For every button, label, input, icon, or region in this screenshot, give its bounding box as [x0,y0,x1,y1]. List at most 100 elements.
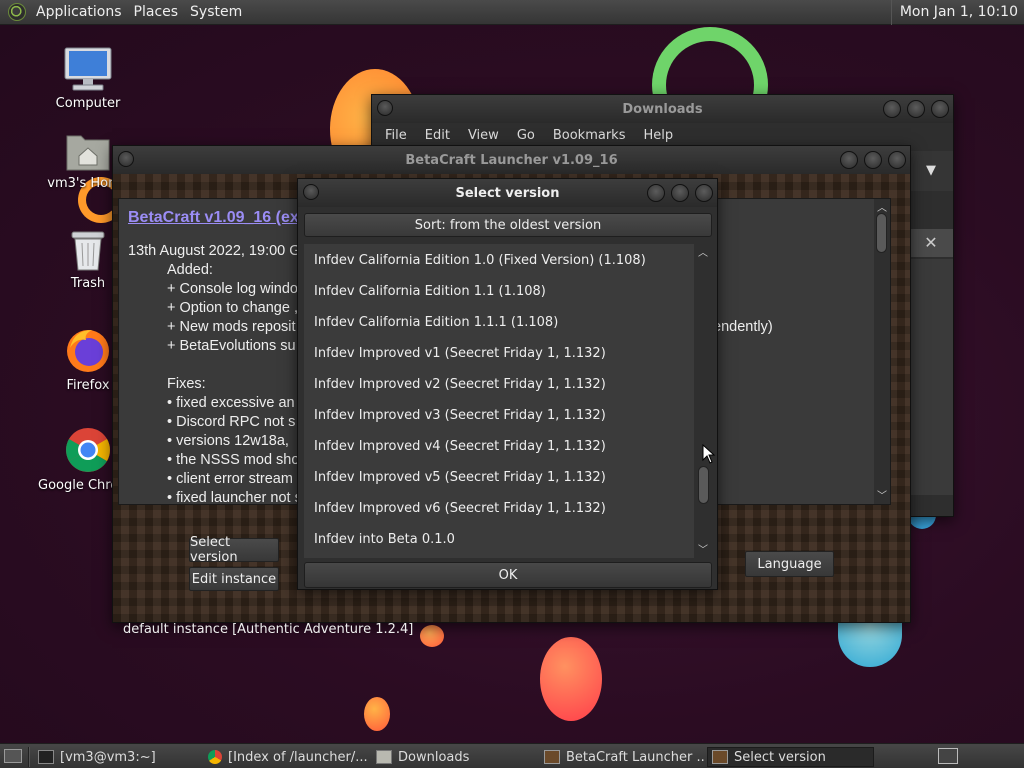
clear-icon[interactable]: ✕ [924,233,937,252]
chrome-icon [64,426,112,474]
changelog-title-link[interactable]: BetaCraft v1.09_16 (ex [128,209,299,227]
version-list-item[interactable]: Infdev Improved v2 (Seecret Friday 1, 1.… [314,369,606,400]
home-folder-icon [65,128,111,172]
changelog-date: 13th August 2022, 19:00 G [128,243,301,259]
minimize-button[interactable] [647,184,665,202]
menu-go[interactable]: Go [508,128,544,143]
changelog-line: • fixed launcher not s [167,490,302,505]
task-label: BetaCraft Launcher ... [566,749,704,765]
changelog-scrollbar[interactable]: ︿ ﹀ [874,199,890,504]
close-button[interactable] [695,184,713,202]
firefox-icon [64,326,112,374]
changelog-line: • Discord RPC not s [167,414,296,430]
menu-view[interactable]: View [459,128,508,143]
version-list-item[interactable]: Infdev Improved v3 (Seecret Friday 1, 1.… [314,400,606,431]
version-list-item[interactable]: Infdev Improved v5 (Seecret Friday 1, 1.… [314,462,606,493]
task-label: [vm3@vm3:~] [60,749,156,765]
version-list-item[interactable]: Infdev into Beta 0.1.0 [314,524,455,555]
trash-icon [68,228,108,272]
mouse-cursor-icon [702,443,716,464]
scroll-up-icon[interactable]: ︿ [877,199,887,214]
betacraft-titlebar[interactable]: BetaCraft Launcher v1.09_16 [113,146,910,174]
version-list-item[interactable]: Infdev California Edition 1.0 (Fixed Ver… [314,245,646,276]
version-list-scrollbar[interactable]: ︿ ﹀ [694,244,712,558]
maximize-button[interactable] [907,100,925,118]
select-version-button[interactable]: Select version [189,535,279,565]
changelog-line: • versions 12w18a, [167,433,289,449]
select-version-titlebar[interactable]: Select version [298,179,717,207]
window-menu-icon[interactable] [118,151,134,167]
downloads-content [909,259,953,495]
edit-instance-button[interactable]: Edit instance [189,567,279,591]
taskbar-separator [28,747,30,767]
taskbar-task-downloads[interactable]: Downloads [372,747,536,767]
chrome-icon [208,750,222,764]
changelog-line: • the NSSS mod sho [167,452,300,468]
changelog-line: + Console log windo [167,281,298,297]
desktop-icon-computer[interactable]: Computer [38,46,138,111]
terminal-icon [38,750,54,764]
scroll-up-icon[interactable]: ︿ [698,244,708,259]
version-list-item[interactable]: Infdev California Edition 1.1 (1.108) [314,276,546,307]
changelog-line: • fixed excessive an [167,395,295,411]
downloads-toolbar-dropdown[interactable]: ▼ [909,151,953,191]
chevron-down-icon: ▼ [926,163,936,178]
window-menu-icon[interactable] [377,100,393,116]
version-list-item[interactable]: Infdev Improved v1 (Seecret Friday 1, 1.… [314,338,606,369]
menu-file[interactable]: File [376,128,416,143]
maximize-button[interactable] [671,184,689,202]
changelog-line: Fixes: [167,376,206,392]
close-button[interactable] [888,151,906,169]
minimize-button[interactable] [840,151,858,169]
changelog-line: • client error stream [167,471,293,487]
scrollbar-thumb[interactable] [876,213,887,253]
close-button[interactable] [931,100,949,118]
taskbar-task-select-version[interactable]: Select version [707,747,874,767]
scroll-down-icon[interactable]: ﹀ [877,487,887,502]
taskbar-task-chrome[interactable]: [Index of /launcher/... [204,747,370,767]
downloads-menubar: File Edit View Go Bookmarks Help [372,123,953,147]
betacraft-icon [544,750,560,764]
downloads-location-bar[interactable]: ✕ [909,229,953,257]
scroll-down-icon[interactable]: ﹀ [698,541,708,556]
window-title: Downloads [622,101,703,117]
folder-icon [376,750,392,764]
select-version-body: Sort: from the oldest version Infdev Cal… [298,207,717,589]
menu-system[interactable]: System [184,4,248,20]
version-list-item[interactable]: Infdev Improved v6 (Seecret Friday 1, 1.… [314,493,606,524]
sort-order-button[interactable]: Sort: from the oldest version [304,213,712,237]
downloads-titlebar[interactable]: Downloads [372,95,953,123]
maximize-button[interactable] [864,151,882,169]
changelog-line: Added: [167,262,213,278]
menu-bookmarks[interactable]: Bookmarks [544,128,635,143]
minimize-button[interactable] [883,100,901,118]
taskbar-task-terminal[interactable]: [vm3@vm3:~] [34,747,200,767]
top-panel: Applications Places System Mon Jan 1, 10… [0,0,1024,25]
changelog-line: + Option to change , [167,300,298,316]
panel-clock[interactable]: Mon Jan 1, 10:10 [890,0,1024,25]
bottom-taskbar: [vm3@vm3:~] [Index of /launcher/... Down… [0,743,1024,768]
language-button[interactable]: Language [745,551,834,577]
select-version-dialog[interactable]: Select version Sort: from the oldest ver… [297,178,718,590]
menu-applications[interactable]: Applications [30,4,128,20]
version-list-item[interactable]: Infdev California Edition 1.1.1 (1.108) [314,307,558,338]
distro-logo-icon[interactable] [8,3,26,21]
wallpaper-blob-red-small [364,697,390,731]
scrollbar-thumb[interactable] [698,466,709,504]
version-list[interactable]: Infdev California Edition 1.0 (Fixed Ver… [304,244,694,558]
task-label: [Index of /launcher/... [228,749,368,765]
show-desktop-icon[interactable] [4,749,22,763]
ok-button[interactable]: OK [304,562,712,588]
task-label: Select version [734,749,826,765]
menu-places[interactable]: Places [128,4,185,20]
menu-edit[interactable]: Edit [416,128,459,143]
wallpaper-blob-red [540,637,602,721]
task-label: Downloads [398,749,470,765]
taskbar-task-betacraft[interactable]: BetaCraft Launcher ... [540,747,704,767]
changelog-line: + New mods reposit [167,319,296,335]
version-list-item[interactable]: Infdev Improved v4 (Seecret Friday 1, 1.… [314,431,606,462]
menu-help[interactable]: Help [634,128,682,143]
window-menu-icon[interactable] [303,184,319,200]
workspace-switcher-icon[interactable] [938,748,958,764]
changelog-line: + BetaEvolutions su [167,338,296,354]
